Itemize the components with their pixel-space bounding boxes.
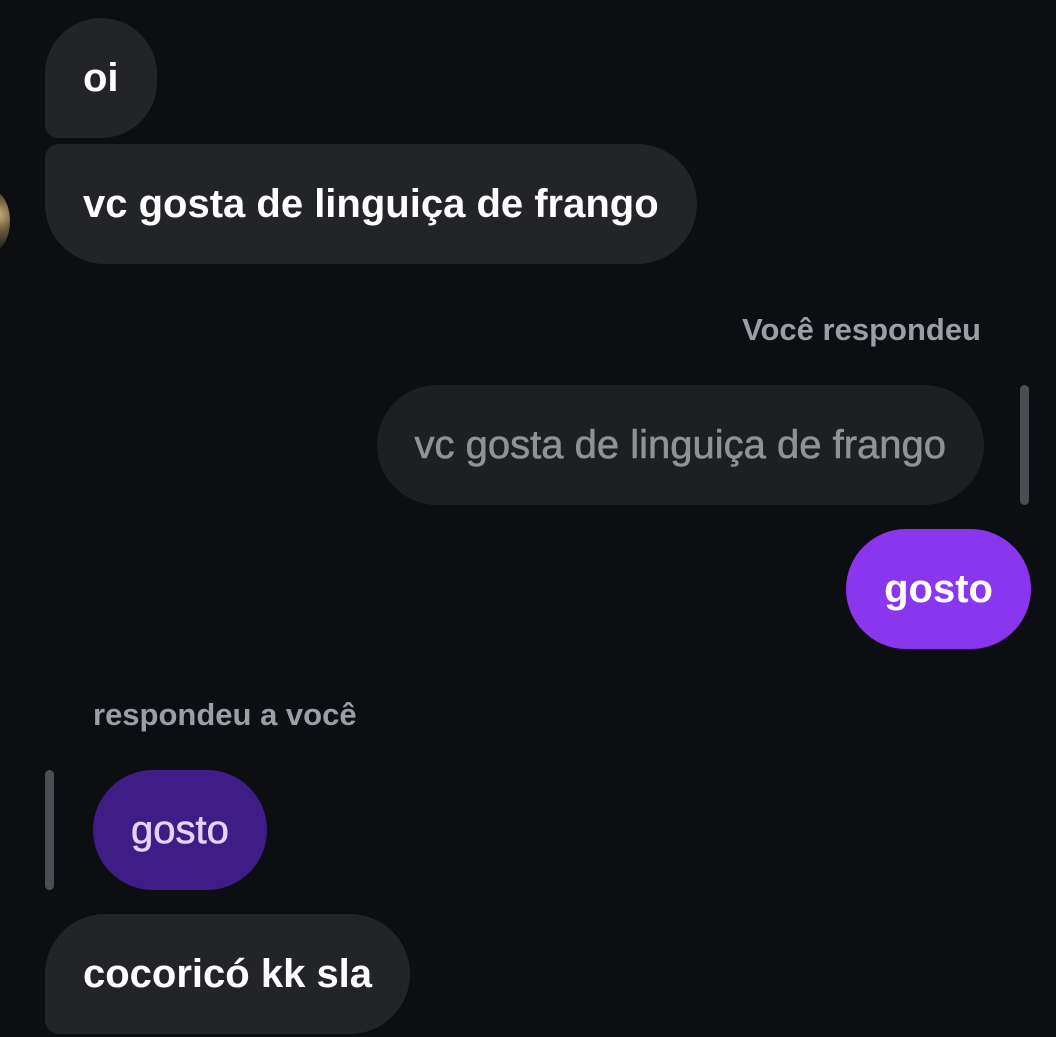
- message-text: cocoricó kk sla: [83, 951, 373, 996]
- quote-bar: [45, 770, 54, 890]
- quoted-message-text: vc gosta de linguiça de frango: [414, 422, 946, 467]
- reply-label: Você respondeu: [742, 312, 981, 347]
- message-bubble-sent[interactable]: gosto: [846, 529, 1031, 649]
- reply-label: respondeu a você: [93, 697, 357, 732]
- message-text: gosto: [884, 566, 993, 611]
- quote-bar: [1020, 385, 1029, 505]
- message-bubble-received[interactable]: oi: [45, 18, 157, 138]
- message-bubble-received[interactable]: vc gosta de linguiça de frango: [45, 144, 697, 264]
- chat-thread: oi vc gosta de linguiça de frango Você r…: [0, 0, 1056, 1037]
- message-text: oi: [83, 55, 119, 100]
- quoted-message-bubble[interactable]: gosto: [93, 770, 267, 890]
- message-bubble-received[interactable]: cocoricó kk sla: [45, 914, 411, 1034]
- quoted-message-text: gosto: [131, 807, 229, 852]
- message-text: vc gosta de linguiça de frango: [83, 181, 659, 226]
- contact-avatar-icon[interactable]: [0, 190, 10, 252]
- quoted-message-bubble[interactable]: vc gosta de linguiça de frango: [376, 385, 984, 505]
